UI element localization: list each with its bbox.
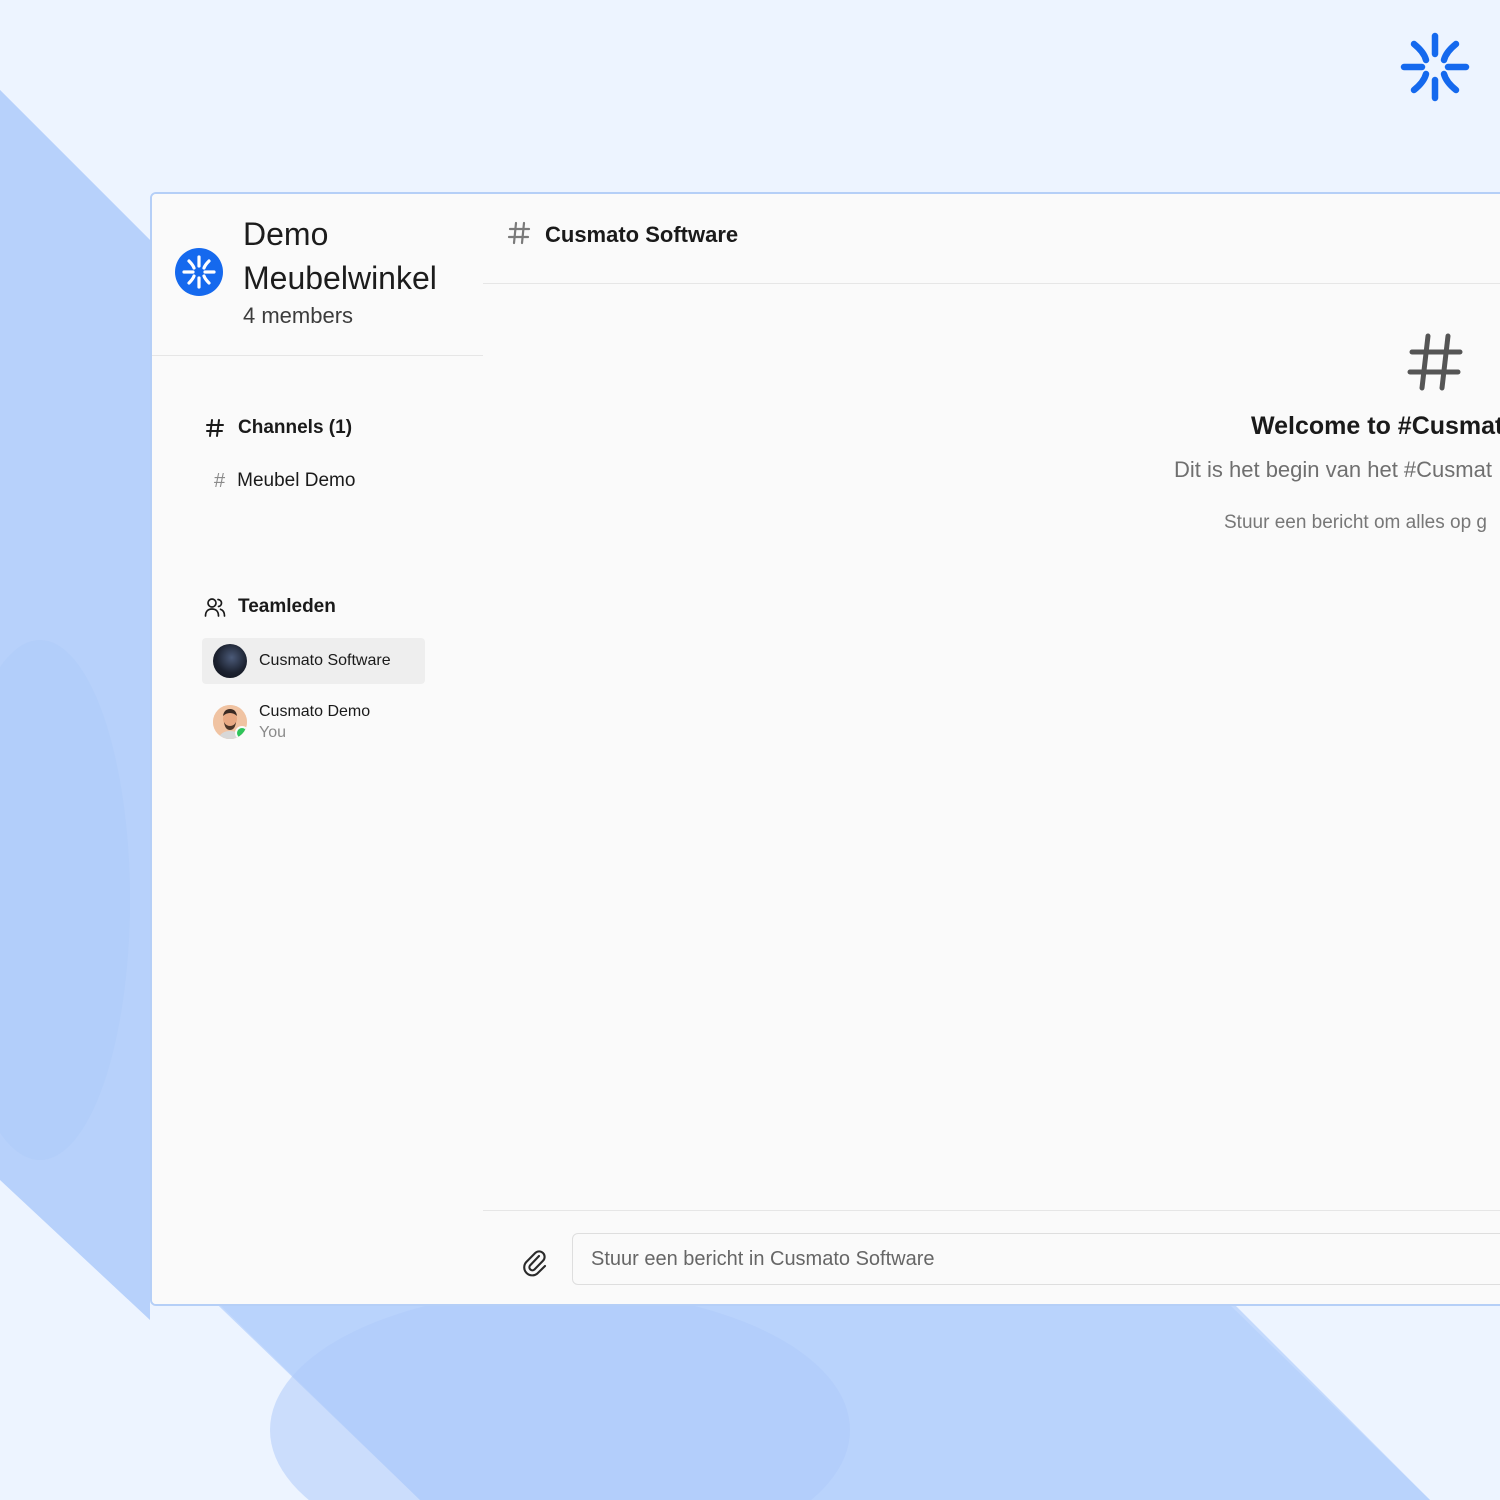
member-subtitle: You <box>259 723 286 741</box>
paperclip-icon[interactable] <box>519 1247 549 1277</box>
users-icon <box>204 596 226 618</box>
member-name: Cusmato Software <box>259 652 391 669</box>
app-window: Demo Meubelwinkel 4 members Channels (1)… <box>150 192 1500 1306</box>
avatar <box>213 644 247 678</box>
workspace-header[interactable]: Demo Meubelwinkel 4 members <box>152 194 483 356</box>
channel-hash-icon <box>1407 330 1463 406</box>
channel-header: Cusmato Software <box>483 194 1500 284</box>
channel-title: Cusmato Software <box>545 222 739 247</box>
sidebar: Demo Meubelwinkel 4 members Channels (1)… <box>152 194 484 1304</box>
workspace-member-count: 4 members <box>243 303 354 328</box>
message-composer <box>483 1210 1500 1304</box>
hash-icon <box>204 417 226 439</box>
channels-section-title: Channels (1) <box>238 417 353 438</box>
member-name: Cusmato Demo <box>259 702 371 720</box>
member-item-cusmato-software[interactable]: Cusmato Software <box>202 638 425 684</box>
team-section-header[interactable]: Teamleden <box>204 592 336 622</box>
main-panel: Cusmato Software Welcome to #Cusmato Dit… <box>483 194 1500 1304</box>
sidebar-channel-meubel-demo[interactable]: # Meubel Demo <box>214 466 355 496</box>
welcome-title: Welcome to #Cusmato <box>1251 412 1500 440</box>
channels-section-header[interactable]: Channels (1) <box>204 413 352 443</box>
team-section-title: Teamleden <box>238 596 336 617</box>
channel-label: Meubel Demo <box>237 470 356 491</box>
message-input[interactable] <box>572 1233 1500 1285</box>
hash-icon: # <box>214 469 226 492</box>
avatar <box>213 705 247 739</box>
workspace-name: Demo Meubelwinkel <box>243 216 437 296</box>
welcome-subtitle: Dit is het begin van het #Cusmat <box>1174 457 1492 482</box>
brand-logo-icon <box>1398 30 1472 104</box>
hash-icon <box>507 219 531 254</box>
workspace-logo-icon <box>175 248 223 296</box>
welcome-hint: Stuur een bericht om alles op g <box>1224 512 1487 533</box>
member-item-cusmato-demo[interactable]: Cusmato Demo You <box>202 697 425 747</box>
online-status-indicator <box>235 726 247 739</box>
